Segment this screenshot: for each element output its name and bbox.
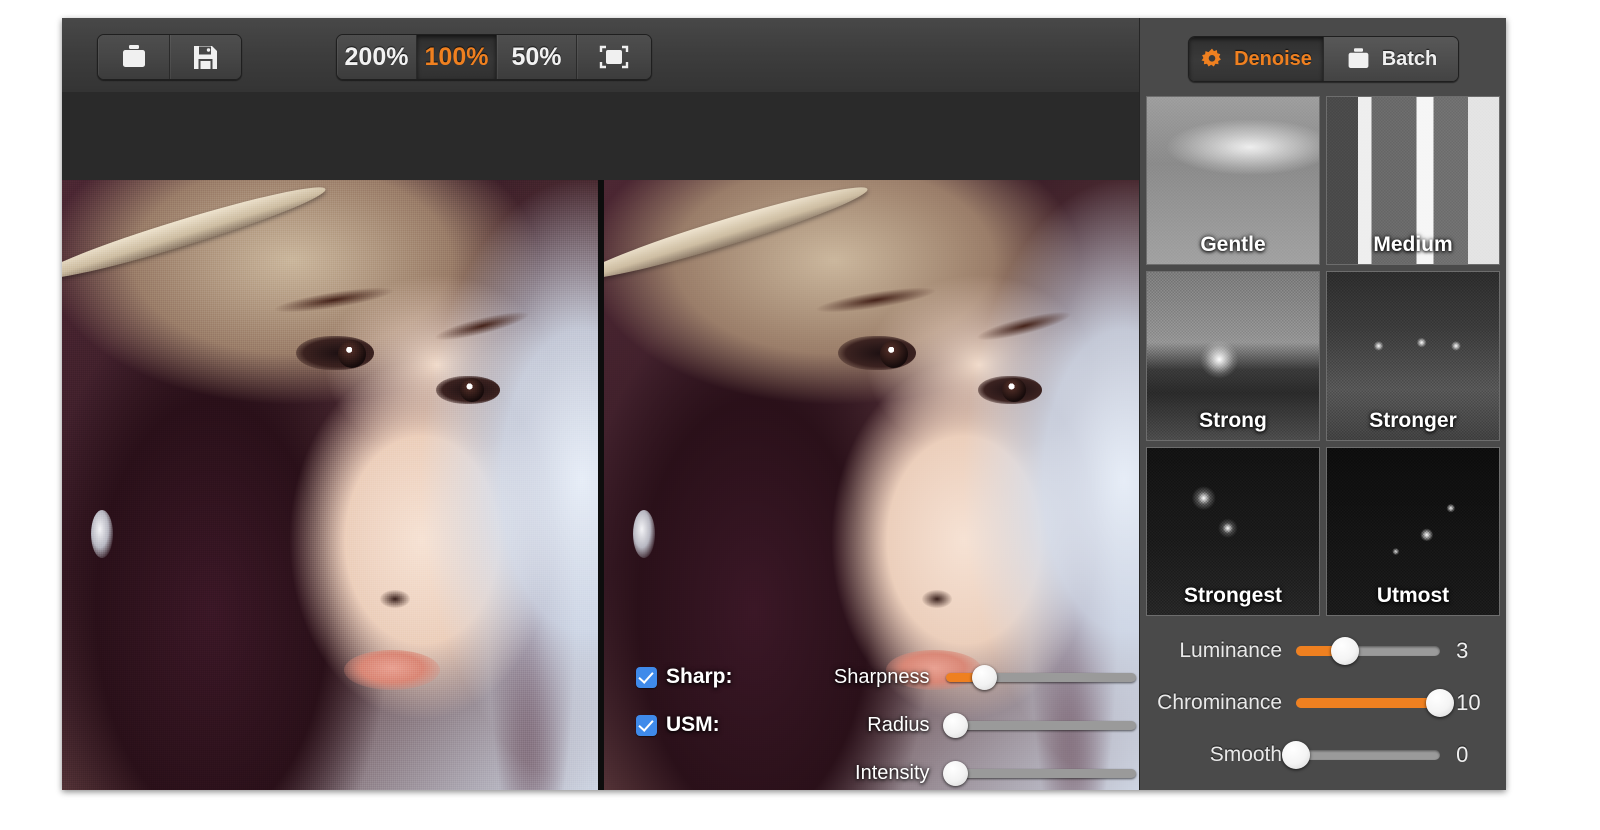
preview-top-bar xyxy=(62,92,1140,181)
zoom-50-button[interactable]: 50% xyxy=(497,35,577,79)
usm-checkbox[interactable] xyxy=(636,714,657,736)
smooth-slider[interactable] xyxy=(1282,741,1441,769)
chrominance-row: Chrominance 10 xyxy=(1140,682,1506,724)
tab-denoise[interactable]: Denoise xyxy=(1189,37,1324,81)
tab-denoise-label: Denoise xyxy=(1234,47,1312,70)
preset-label: Medium xyxy=(1373,233,1453,257)
usm-checkbox-wrap[interactable]: USM: xyxy=(636,713,782,737)
sharp-checkbox-label: Sharp: xyxy=(666,665,733,688)
smooth-label: Smooth xyxy=(1209,743,1283,766)
file-button-group xyxy=(97,34,242,80)
intensity-slider[interactable] xyxy=(943,760,1136,786)
radius-slider-label: Radius xyxy=(867,713,930,736)
original-image-pane[interactable] xyxy=(62,180,598,790)
preset-label: Stronger xyxy=(1369,408,1457,432)
original-photo xyxy=(62,180,598,790)
preset-gentle[interactable]: Gentle xyxy=(1146,96,1320,266)
chrominance-slider[interactable] xyxy=(1296,689,1455,717)
preset-label: Utmost xyxy=(1376,583,1450,607)
usm-row: USM: Radius xyxy=(636,708,1136,742)
smooth-value: 0 xyxy=(1456,742,1469,767)
zoom-100-button[interactable]: 100% xyxy=(417,35,497,79)
luminance-label: Luminance xyxy=(1179,639,1283,662)
denoise-slider-block: Luminance 3 Chrominance 10 Smooth 0 xyxy=(1140,622,1506,790)
sharp-checkbox[interactable] xyxy=(636,666,657,688)
tab-batch-label: Batch xyxy=(1381,47,1438,70)
save-button[interactable] xyxy=(170,35,241,79)
sharpen-controls-overlay: Sharp: Sharpness USM: Radius Intensity xyxy=(636,660,1136,790)
preset-label: Strong xyxy=(1199,408,1267,432)
panel-tab-group: Denoise Batch xyxy=(1188,36,1459,82)
intensity-slider-label: Intensity xyxy=(855,761,930,784)
sharp-checkbox-wrap[interactable]: Sharp: xyxy=(636,665,782,689)
preview-area: Sharp: Sharpness USM: Radius Intensity xyxy=(62,180,1140,790)
luminance-slider[interactable] xyxy=(1296,637,1441,665)
folder-icon xyxy=(119,44,149,70)
preset-label: Gentle xyxy=(1200,233,1266,257)
preset-strong[interactable]: Strong xyxy=(1146,271,1320,441)
intensity-row: Intensity xyxy=(636,756,1136,790)
fit-to-window-button[interactable] xyxy=(577,35,651,79)
preset-medium[interactable]: Medium xyxy=(1326,96,1500,266)
folder-icon xyxy=(1345,47,1372,71)
gear-icon xyxy=(1200,47,1224,71)
preset-utmost[interactable]: Utmost xyxy=(1326,446,1500,616)
sharp-row: Sharp: Sharpness xyxy=(636,660,1136,694)
radius-slider[interactable] xyxy=(943,712,1136,738)
open-button[interactable] xyxy=(98,35,170,79)
sharpness-slider-label: Sharpness xyxy=(833,665,930,688)
zoom-200-button[interactable]: 200% xyxy=(337,35,417,79)
tab-batch[interactable]: Batch xyxy=(1324,37,1458,81)
preset-stronger[interactable]: Stronger xyxy=(1326,271,1500,441)
fit-to-window-icon xyxy=(599,45,629,69)
floppy-disk-icon xyxy=(192,44,219,71)
preset-label: Strongest xyxy=(1183,583,1282,607)
preset-strongest[interactable]: Strongest xyxy=(1146,446,1320,616)
luminance-value: 3 xyxy=(1456,638,1469,663)
application-window: 200% 100% 50% Sharp: Sharpness USM: Radi… xyxy=(62,18,1506,790)
usm-checkbox-label: USM: xyxy=(666,713,720,736)
smooth-row: Smooth 0 xyxy=(1140,734,1506,776)
luminance-row: Luminance 3 xyxy=(1140,630,1506,672)
sharpness-slider[interactable] xyxy=(945,664,1136,690)
chrominance-label: Chrominance xyxy=(1157,691,1283,714)
zoom-button-group: 200% 100% 50% xyxy=(336,34,652,80)
denoise-preset-grid: Gentle Medium Strong Stronger Strongest … xyxy=(1146,96,1500,616)
right-panel: Denoise Batch Gentle Medium Strong Stron… xyxy=(1139,18,1506,790)
